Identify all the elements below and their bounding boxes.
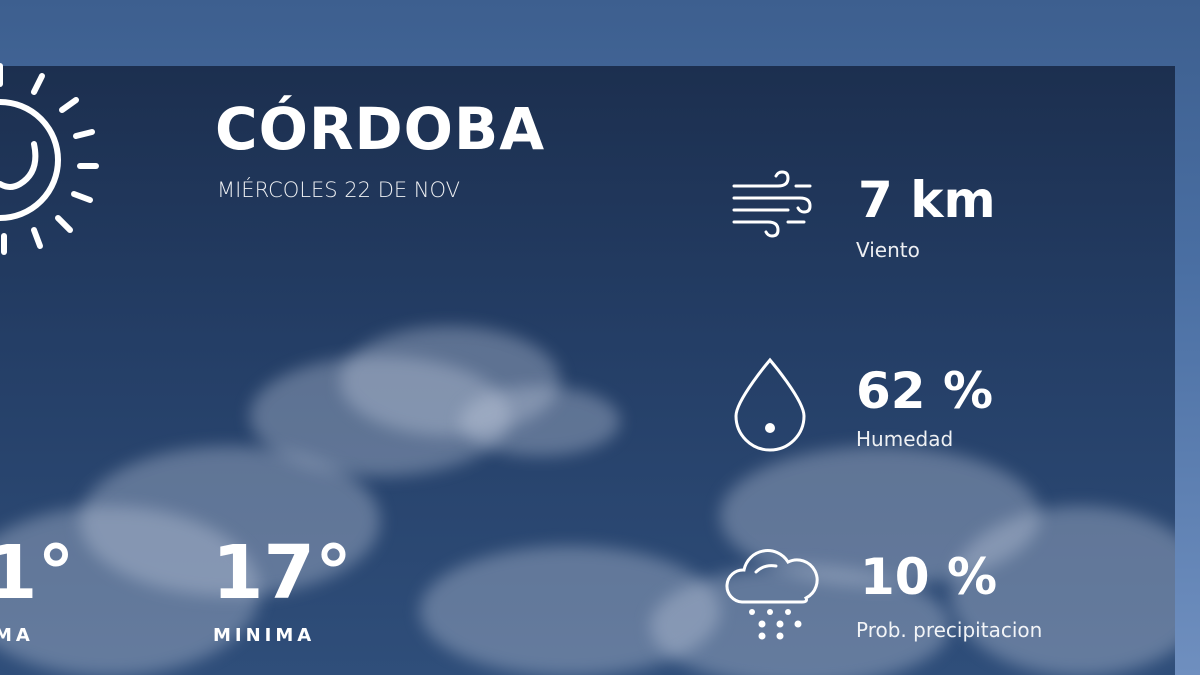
humidity-value: 62 % [856,362,994,420]
min-temperature-label: MINIMA [213,625,316,646]
weather-card-page: { "location": { "city": "CÓRDOBA", "date… [0,0,1200,675]
min-temperature: 17° [212,530,352,616]
precipitation-value: 10 % [860,548,998,606]
sun-icon [0,63,99,255]
droplet-icon [734,357,806,452]
max-temperature: 1° [0,530,75,616]
weather-panel [0,66,1175,675]
city-name: CÓRDOBA [215,95,546,163]
humidity-label: Humedad [856,427,954,451]
wind-icon [732,170,812,238]
date-label: MIÉRCOLES 22 DE NOV [217,178,461,202]
wind-label: Viento [856,238,920,262]
rain-cloud-icon [725,549,819,640]
wind-value: 7 km [858,171,996,229]
max-temperature-label: MA [0,625,34,646]
background-cloud [460,386,620,456]
precipitation-label: Prob. precipitacion [856,618,1043,642]
